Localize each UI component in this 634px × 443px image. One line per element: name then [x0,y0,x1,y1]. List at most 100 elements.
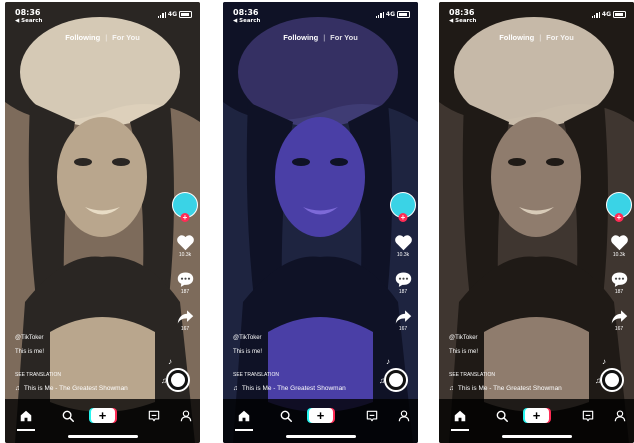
share-button[interactable]: 167 [168,308,200,332]
battery-icon [613,11,626,18]
back-to-search-link[interactable]: ◀ Search [449,18,476,24]
active-tab-indicator [17,429,35,431]
tab-following[interactable]: Following [65,33,100,42]
video-description: This is me! [233,349,263,355]
tab-following[interactable]: Following [499,33,534,42]
signal-icon [157,11,166,18]
nav-discover[interactable] [57,408,79,424]
comment-button[interactable]: 187 [602,271,634,295]
see-translation-link[interactable]: SEE TRANSLATION [15,372,61,378]
home-icon [238,410,250,422]
comment-icon [611,272,627,287]
see-translation-link[interactable]: SEE TRANSLATION [233,372,279,378]
like-button[interactable]: 10.3k [602,234,634,258]
share-icon [177,310,193,324]
create-plus-icon: + [308,408,333,423]
comment-icon [395,272,411,287]
create-plus-icon: + [524,408,549,423]
inbox-icon [366,410,378,422]
share-count: 167 [614,326,624,332]
music-note-icon: ♪ [386,357,390,366]
inbox-icon [148,410,160,422]
phone-screen-3: 08:36 ◀ Search 4G Following | For You + 10… [439,2,634,443]
share-button[interactable]: 167 [602,308,634,332]
sound-ticker[interactable]: ♫ This is Me - The Greatest Showman [15,385,128,392]
nav-profile[interactable] [609,408,631,424]
nav-inbox[interactable] [361,408,383,424]
comment-button[interactable]: 187 [168,271,200,295]
network-status: 4G [591,11,626,18]
nav-home[interactable] [233,408,255,424]
tab-for-you[interactable]: For You [112,33,140,42]
share-count: 167 [180,326,190,332]
home-indicator [67,435,138,438]
signal-icon [591,11,600,18]
tab-separator: | [539,33,542,42]
create-plus-icon: + [90,408,115,423]
home-icon [20,410,32,422]
nav-inbox[interactable] [577,408,599,424]
nav-profile[interactable] [393,408,415,424]
sound-title: This is Me - The Greatest Showman [23,385,128,392]
creator-avatar[interactable]: + [390,192,416,222]
sound-disc-button[interactable] [600,368,624,392]
music-note-icon: ♪ [602,357,606,366]
search-icon [280,410,293,423]
like-count: 10.3k [612,252,626,258]
nav-home[interactable] [15,408,37,424]
sound-disc-button[interactable] [166,368,190,392]
creator-avatar[interactable]: + [606,192,632,222]
heart-icon [610,235,628,251]
search-icon [62,410,75,423]
tab-for-you[interactable]: For You [330,33,358,42]
active-tab-indicator [451,429,469,431]
follow-plus-icon[interactable]: + [398,213,408,222]
search-icon [496,410,509,423]
share-button[interactable]: 167 [386,308,418,332]
status-bar: 08:36 ◀ Search 4G [449,8,626,26]
creator-handle[interactable]: @TikToker [449,335,478,341]
sound-title: This is Me - The Greatest Showman [457,385,562,392]
back-to-search-link[interactable]: ◀ Search [15,18,42,24]
create-video-button[interactable]: + [88,408,117,423]
creator-avatar[interactable]: + [172,192,198,222]
tab-for-you[interactable]: For You [546,33,574,42]
inbox-icon [582,410,594,422]
signal-icon [375,11,384,18]
music-note-icon: ♫ [15,385,20,392]
like-count: 10.3k [178,252,192,258]
heart-icon [176,235,194,251]
creator-handle[interactable]: @TikToker [233,335,262,341]
active-tab-indicator [235,429,253,431]
status-bar: 08:36 ◀ Search 4G [15,8,192,26]
network-label: 4G [601,11,611,18]
share-icon [611,310,627,324]
sound-ticker[interactable]: ♫ This is Me - The Greatest Showman [233,385,346,392]
create-video-button[interactable]: + [306,408,335,423]
see-translation-link[interactable]: SEE TRANSLATION [449,372,495,378]
feed-tabs: Following | For You [5,33,200,42]
nav-profile[interactable] [175,408,197,424]
nav-discover[interactable] [491,408,513,424]
share-icon [395,310,411,324]
comment-button[interactable]: 187 [386,271,418,295]
like-button[interactable]: 10.3k [386,234,418,258]
nav-discover[interactable] [275,408,297,424]
follow-plus-icon[interactable]: + [614,213,624,222]
phone-screen-2: 08:36 ◀ Search 4G Following | For You + 10… [223,2,418,443]
music-note-icon: ♫ [449,385,454,392]
share-count: 167 [398,326,408,332]
back-to-search-link[interactable]: ◀ Search [233,18,260,24]
follow-plus-icon[interactable]: + [180,213,190,222]
nav-home[interactable] [449,408,471,424]
create-video-button[interactable]: + [522,408,551,423]
home-indicator [501,435,572,438]
sound-disc-button[interactable] [384,368,408,392]
creator-handle[interactable]: @TikToker [15,335,44,341]
sound-ticker[interactable]: ♫ This is Me - The Greatest Showman [449,385,562,392]
comment-count: 187 [398,289,408,295]
like-button[interactable]: 10.3k [168,234,200,258]
video-description: This is me! [449,349,479,355]
tab-following[interactable]: Following [283,33,318,42]
nav-inbox[interactable] [143,408,165,424]
